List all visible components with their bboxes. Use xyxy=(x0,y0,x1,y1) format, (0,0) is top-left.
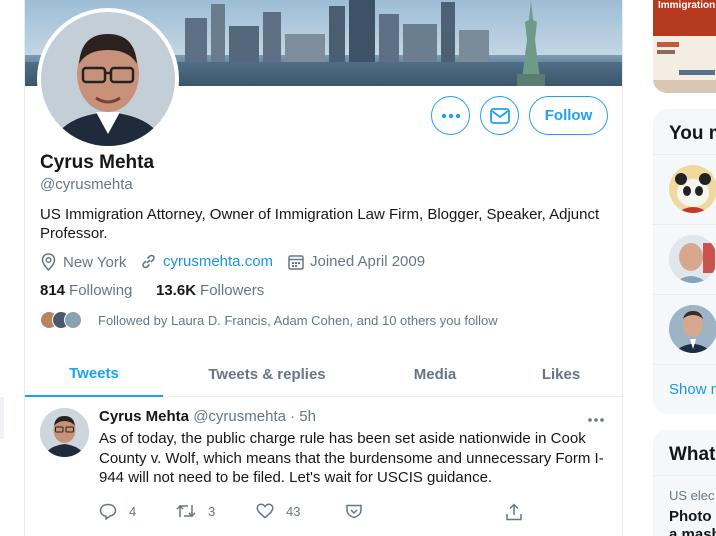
following-label: Following xyxy=(69,282,133,299)
who-to-follow-panel: You m xyxy=(653,109,716,414)
suggested-user-avatar[interactable] xyxy=(669,165,716,213)
tweet-text: As of today, the public charge rule has … xyxy=(99,430,604,486)
like-count: 43 xyxy=(286,503,301,519)
shield-icon xyxy=(346,504,362,519)
avatar xyxy=(40,408,89,457)
website-link[interactable]: cyrusmehta.com xyxy=(163,253,273,270)
tab-likes[interactable]: Likes xyxy=(521,352,601,397)
promo-text: Immigration C xyxy=(658,0,716,11)
tab-tweets-replies[interactable]: Tweets & replies xyxy=(183,352,351,397)
avatar xyxy=(669,235,716,283)
tweet-author-handle[interactable]: @cyrusmehta xyxy=(193,408,286,425)
left-edge xyxy=(0,397,4,439)
message-button[interactable] xyxy=(480,96,519,135)
tweet[interactable]: Cyrus Mehta @cyrusmehta · 5h As of today… xyxy=(25,398,622,536)
reply-button[interactable]: 4 xyxy=(99,503,136,520)
retweet-icon xyxy=(176,504,196,518)
bookmark-button[interactable] xyxy=(345,503,375,519)
share-icon xyxy=(506,503,522,521)
avatar xyxy=(64,311,82,329)
ellipsis-icon xyxy=(588,418,604,422)
trend-title[interactable]: Photo xyxy=(669,508,712,525)
retweet-count: 3 xyxy=(208,503,216,519)
profile-website[interactable]: cyrusmehta.com xyxy=(140,253,273,270)
location-text: New York xyxy=(63,253,127,271)
like-button[interactable]: 43 xyxy=(256,503,300,519)
trend-category[interactable]: US elec xyxy=(669,488,715,503)
tweet-more-button[interactable] xyxy=(587,410,605,428)
reply-icon xyxy=(99,503,117,520)
profile-name: Cyrus Mehta xyxy=(40,152,155,173)
whats-happening-title: What xyxy=(669,444,716,465)
heart-icon xyxy=(256,503,274,519)
tweet-time[interactable]: · 5h xyxy=(290,408,316,425)
avatar xyxy=(669,305,716,353)
share-button[interactable] xyxy=(505,503,535,521)
calendar-icon xyxy=(288,254,304,270)
profile-bio: US Immigration Attorney, Owner of Immigr… xyxy=(40,206,600,242)
location-pin-icon xyxy=(41,253,56,271)
reply-count: 4 xyxy=(129,504,137,519)
tab-media[interactable]: Media xyxy=(385,352,485,397)
tweet-author-name[interactable]: Cyrus Mehta xyxy=(99,408,189,425)
followed-by[interactable]: Followed by Laura D. Francis, Adam Cohen… xyxy=(40,311,498,329)
suggested-user-avatar[interactable] xyxy=(669,305,716,353)
followed-by-text: Followed by Laura D. Francis, Adam Cohen… xyxy=(98,312,498,328)
followers-count: 13.6K xyxy=(156,282,197,299)
tweet-header: Cyrus Mehta @cyrusmehta · 5h xyxy=(99,408,316,425)
link-icon xyxy=(142,254,155,269)
profile-tabs: Tweets Tweets & replies Media Likes xyxy=(25,352,622,397)
avatar xyxy=(669,165,716,213)
followers-count-link[interactable]: 13.6K Followers xyxy=(156,282,264,299)
followers-label: Followers xyxy=(200,282,265,299)
following-count: 814 xyxy=(40,282,66,299)
envelope-icon xyxy=(489,107,510,124)
promo-image[interactable]: Immigration C xyxy=(653,0,716,93)
right-sidebar: Immigration C You m xyxy=(653,0,716,536)
who-to-follow-title: You m xyxy=(669,123,716,144)
retweet-button[interactable]: 3 xyxy=(176,503,215,519)
trend-title-continued[interactable]: a mash xyxy=(669,526,716,536)
profile-location: New York xyxy=(40,253,126,271)
more-options-button[interactable] xyxy=(431,96,470,135)
tweet-avatar[interactable] xyxy=(40,408,89,457)
follow-button[interactable]: Follow xyxy=(529,96,608,135)
profile-avatar[interactable] xyxy=(37,8,179,150)
profile-handle: @cyrusmehta xyxy=(40,176,133,193)
suggested-user-avatar[interactable] xyxy=(669,235,716,283)
profile-photo xyxy=(41,12,175,146)
show-more-link[interactable]: Show m xyxy=(669,381,716,398)
following-count-link[interactable]: 814 Following xyxy=(40,282,132,299)
statue-of-liberty xyxy=(517,0,545,86)
tab-tweets[interactable]: Tweets xyxy=(25,352,163,397)
profile-column: Follow Cyrus Mehta @cyrusmehta US Immigr… xyxy=(24,0,623,536)
ellipsis-icon xyxy=(441,113,460,118)
joined-text: Joined April 2009 xyxy=(310,253,426,270)
whats-happening-panel: What US elec Photo a mash xyxy=(653,430,716,536)
profile-joined: Joined April 2009 xyxy=(288,253,425,270)
